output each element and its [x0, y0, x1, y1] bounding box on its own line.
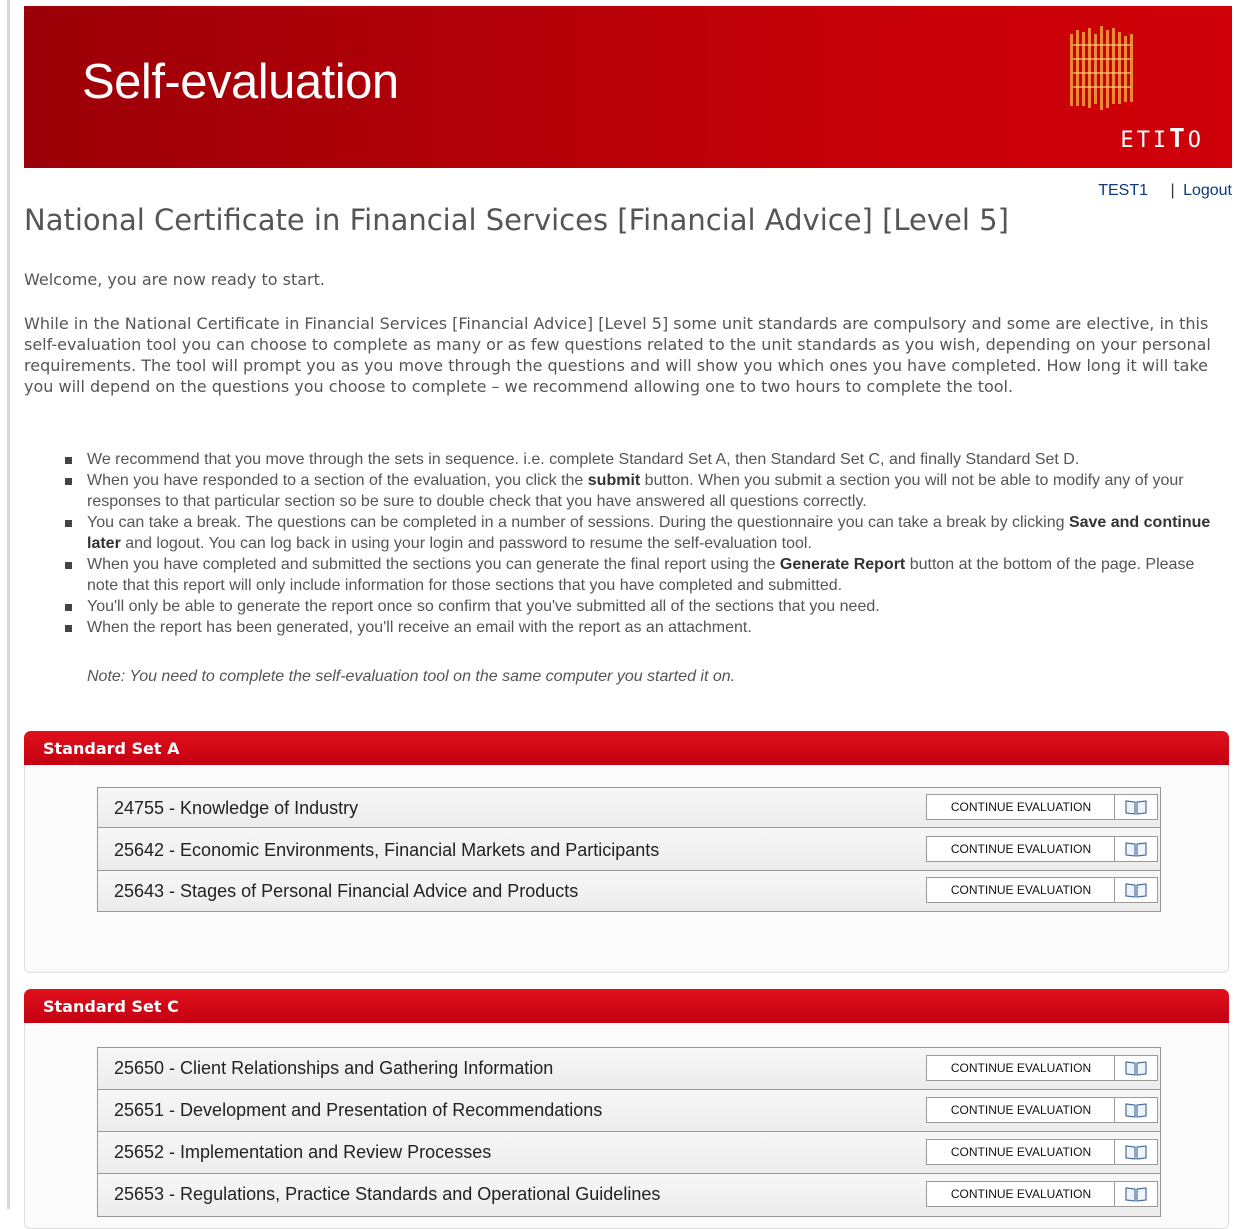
continue-evaluation-button[interactable]: CONTINUE EVALUATION — [927, 1098, 1115, 1122]
user-links: TEST1 | Logout — [1090, 182, 1232, 200]
book-icon[interactable] — [1114, 795, 1157, 819]
intro-paragraph: While in the National Certificate in Fin… — [24, 314, 1211, 396]
separator: | — [1170, 182, 1175, 199]
left-border — [0, 0, 10, 1209]
unit-actions: CONTINUE EVALUATION — [926, 877, 1158, 903]
logo-text: ETITO — [1120, 124, 1204, 154]
unit-actions: CONTINUE EVALUATION — [926, 1055, 1158, 1081]
table-row: 25642 - Economic Environments, Financial… — [98, 828, 1160, 871]
standard-set-c-panel: Standard Set C 25650 - Client Relationsh… — [24, 989, 1229, 1229]
continue-evaluation-button[interactable]: CONTINUE EVALUATION — [927, 837, 1115, 861]
table-row: 25651 - Development and Presentation of … — [98, 1090, 1160, 1132]
book-icon[interactable] — [1114, 837, 1157, 861]
standard-set-a-panel: Standard Set A 24755 - Knowledge of Indu… — [24, 731, 1229, 973]
continue-evaluation-button[interactable]: CONTINUE EVALUATION — [927, 1056, 1115, 1080]
unit-table: 25650 - Client Relationships and Gatheri… — [97, 1047, 1161, 1217]
welcome-text: Welcome, you are now ready to start. — [24, 270, 325, 289]
username-link[interactable]: TEST1 — [1098, 182, 1148, 199]
continue-evaluation-button[interactable]: CONTINUE EVALUATION — [927, 878, 1115, 902]
unit-name: 25653 - Regulations, Practice Standards … — [114, 1184, 661, 1204]
continue-evaluation-button[interactable]: CONTINUE EVALUATION — [927, 1182, 1115, 1206]
unit-actions: CONTINUE EVALUATION — [926, 1181, 1158, 1207]
instructions-list: We recommend that you move through the s… — [62, 449, 1227, 638]
table-row: 24755 - Knowledge of Industry CONTINUE E… — [98, 788, 1160, 828]
logout-link[interactable]: Logout — [1183, 182, 1232, 199]
panel-title: Standard Set A — [24, 731, 1229, 765]
table-row: 25643 - Stages of Personal Financial Adv… — [98, 871, 1160, 911]
panel-title: Standard Set C — [24, 989, 1229, 1023]
note-text: Note: You need to complete the self-eval… — [87, 668, 736, 685]
table-row: 25650 - Client Relationships and Gatheri… — [98, 1048, 1160, 1090]
book-icon[interactable] — [1114, 1140, 1157, 1164]
app-title: Self-evaluation — [82, 55, 399, 109]
unit-actions: CONTINUE EVALUATION — [926, 1139, 1158, 1165]
unit-table: 24755 - Knowledge of Industry CONTINUE E… — [97, 787, 1161, 912]
continue-evaluation-button[interactable]: CONTINUE EVALUATION — [927, 1140, 1115, 1164]
unit-actions: CONTINUE EVALUATION — [926, 836, 1158, 862]
unit-name: 25652 - Implementation and Review Proces… — [114, 1142, 492, 1162]
unit-name: 25650 - Client Relationships and Gatheri… — [114, 1058, 554, 1078]
book-icon[interactable] — [1114, 1182, 1157, 1206]
unit-name: 24755 - Knowledge of Industry — [114, 798, 359, 818]
book-icon[interactable] — [1114, 1098, 1157, 1122]
instruction-item: You can take a break. The questions can … — [62, 512, 1227, 554]
continue-evaluation-button[interactable]: CONTINUE EVALUATION — [927, 795, 1115, 819]
book-icon[interactable] — [1114, 878, 1157, 902]
unit-actions: CONTINUE EVALUATION — [926, 794, 1158, 820]
instruction-item: When you have completed and submitted th… — [62, 554, 1227, 596]
unit-name: 25651 - Development and Presentation of … — [114, 1100, 603, 1120]
unit-name: 25643 - Stages of Personal Financial Adv… — [114, 881, 579, 901]
instruction-item: When you have responded to a section of … — [62, 470, 1227, 512]
unit-actions: CONTINUE EVALUATION — [926, 1097, 1158, 1123]
instruction-item: When the report has been generated, you'… — [62, 617, 1227, 638]
header-banner: Self-evaluation ETITO — [24, 6, 1232, 168]
table-row: 25653 - Regulations, Practice Standards … — [98, 1174, 1160, 1216]
etito-logo-icon — [1070, 26, 1133, 110]
page-title: National Certificate in Financial Servic… — [24, 203, 1009, 237]
instruction-item: We recommend that you move through the s… — [62, 449, 1227, 470]
book-icon[interactable] — [1114, 1056, 1157, 1080]
unit-name: 25642 - Economic Environments, Financial… — [114, 840, 660, 860]
table-row: 25652 - Implementation and Review Proces… — [98, 1132, 1160, 1174]
instruction-item: You'll only be able to generate the repo… — [62, 596, 1227, 617]
